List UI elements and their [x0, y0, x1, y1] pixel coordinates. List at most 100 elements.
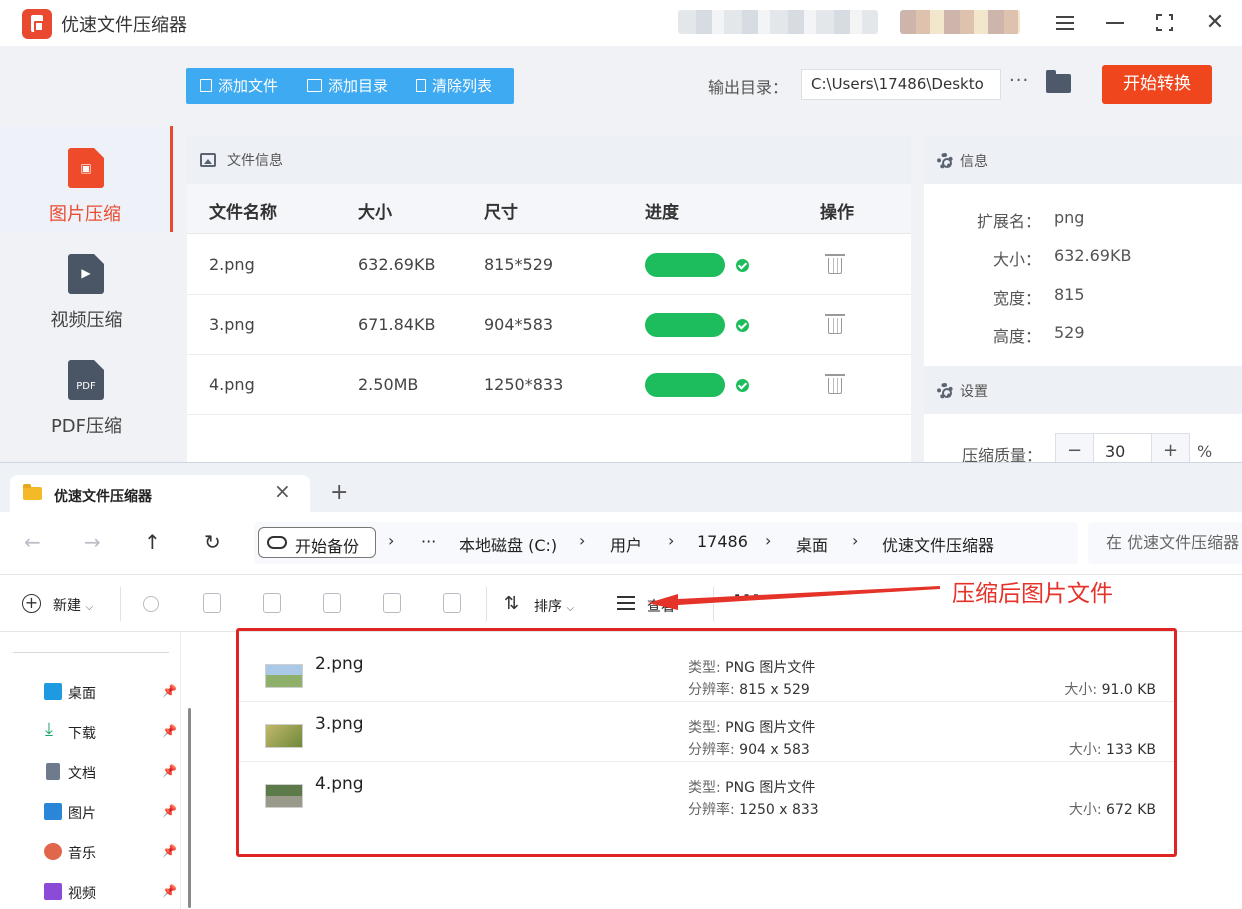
paste-icon[interactable]: [263, 593, 281, 613]
divider: [120, 587, 121, 621]
breadcrumb-item-local-disk[interactable]: 本地磁盘 (C:): [459, 532, 557, 556]
gear-icon: [937, 153, 953, 169]
list-item[interactable]: 4.png 类型: PNG 图片文件 分辨率: 1250 x 833 大小: 6…: [237, 762, 1176, 822]
list-item[interactable]: 3.png 类型: PNG 图片文件 分辨率: 904 x 583 大小: 13…: [237, 702, 1176, 762]
sidebar-item-image-compress[interactable]: ▣ 图片压缩: [0, 126, 173, 232]
up-arrow-icon[interactable]: ↑: [144, 530, 161, 554]
check-icon: [736, 379, 749, 392]
clear-list-button[interactable]: 清除列表: [416, 68, 492, 104]
add-file-button[interactable]: 添加文件: [200, 68, 278, 104]
quality-increase-button[interactable]: +: [1151, 434, 1189, 462]
file-dimensions: 904*583: [484, 315, 554, 334]
sidebar-item-video-compress[interactable]: ▶ 视频压缩: [0, 232, 173, 338]
breadcrumb-separator: ›: [765, 531, 772, 550]
quality-decrease-button[interactable]: −: [1056, 434, 1094, 462]
cloud-backup-icon: [267, 536, 287, 549]
image-thumbnail: [265, 784, 303, 808]
table-header: 文件名称 大小 尺寸 进度 操作: [187, 184, 911, 234]
tab-close-icon[interactable]: ×: [274, 479, 291, 503]
back-arrow-icon[interactable]: ←: [24, 530, 41, 554]
share-icon[interactable]: [383, 593, 401, 613]
pin-icon[interactable]: 📌: [162, 724, 177, 738]
video-file-icon: ▶: [68, 254, 104, 294]
output-dir-label: 输出目录：: [708, 78, 789, 97]
breadcrumb-item-user[interactable]: 17486: [697, 532, 748, 551]
pin-icon[interactable]: 📌: [162, 764, 177, 778]
minimize-icon[interactable]: [1100, 8, 1130, 38]
open-folder-icon[interactable]: [1046, 70, 1071, 93]
info-header: 信息: [924, 136, 1242, 184]
sidebar-item-label: 视频压缩: [50, 310, 123, 331]
file-size: 671.84KB: [358, 315, 436, 334]
desktop-icon: [44, 683, 62, 700]
close-icon[interactable]: ✕: [1200, 8, 1230, 38]
delete-icon[interactable]: [825, 373, 845, 395]
column-header-dimensions: 尺寸: [484, 203, 518, 223]
search-input[interactable]: 在 优速文件压缩器 中搜索: [1088, 522, 1242, 564]
address-bar: ← → ↑ ↻ 开始备份 › ··· 本地磁盘 (C:) › 用户 › 1748…: [0, 512, 1242, 574]
trash-icon: [416, 79, 426, 92]
delete-icon[interactable]: [443, 593, 461, 613]
settings-header: 设置: [924, 366, 1242, 414]
divider: [13, 652, 169, 653]
app-logo-icon: [22, 9, 52, 39]
folder-icon: [307, 79, 322, 92]
file-name: 2.png: [209, 255, 255, 274]
download-icon: ⤓: [45, 719, 53, 740]
copy-icon[interactable]: [203, 593, 221, 613]
check-icon: [736, 319, 749, 332]
pin-icon[interactable]: 📌: [162, 684, 177, 698]
pin-icon[interactable]: 📌: [162, 804, 177, 818]
explorer-tab[interactable]: 优速文件压缩器 ×: [10, 475, 310, 513]
breadcrumb-item-desktop[interactable]: 桌面: [796, 532, 828, 556]
info-key-extension: 扩展名：: [976, 212, 1041, 231]
progress-bar: [645, 313, 725, 337]
info-value-size: 632.69KB: [1054, 246, 1132, 265]
breadcrumb-item-users[interactable]: 用户: [610, 532, 642, 556]
pin-icon[interactable]: 📌: [162, 884, 177, 898]
divider: [486, 587, 487, 621]
list-item[interactable]: 2.png 类型: PNG 图片文件 分辨率: 815 x 529 大小: 91…: [237, 642, 1176, 702]
file-dimensions: 815*529: [484, 255, 554, 274]
breadcrumb-overflow[interactable]: ···: [421, 532, 436, 551]
file-size: 大小: 672 KB: [1068, 802, 1156, 818]
cut-icon[interactable]: [143, 596, 159, 612]
table-row[interactable]: 3.png 671.84KB 904*583: [187, 295, 911, 355]
gear-icon: [937, 383, 953, 399]
compressor-app-window: 优速文件压缩器 ✕ ▣ 图片压缩 ▶ 视频压缩 PDF PDF压缩 添加文件 添…: [0, 0, 1242, 462]
file-name: 3.png: [209, 315, 255, 334]
start-backup-button[interactable]: 开始备份: [258, 527, 376, 558]
file-info-panel: 文件信息 文件名称 大小 尺寸 进度 操作 2.png 632.69KB 815…: [187, 136, 911, 462]
sidebar-item-pdf-compress[interactable]: PDF PDF压缩: [0, 338, 173, 444]
output-dir-more-button[interactable]: ···: [1009, 70, 1029, 91]
nav-scrollbar[interactable]: [188, 708, 191, 908]
start-convert-button[interactable]: 开始转换: [1102, 65, 1212, 104]
delete-icon[interactable]: [825, 313, 845, 335]
document-icon: [46, 763, 60, 780]
breadcrumb-item-current-folder[interactable]: 优速文件压缩器: [882, 532, 994, 556]
folder-icon: [23, 484, 42, 500]
file-name: 4.png: [209, 375, 255, 394]
breadcrumb-separator: ›: [388, 531, 395, 550]
delete-icon[interactable]: [825, 253, 845, 275]
quality-input[interactable]: 30: [1095, 442, 1151, 461]
add-directory-button[interactable]: 添加目录: [307, 68, 388, 104]
image-thumbnail: [265, 724, 303, 748]
table-row[interactable]: 2.png 632.69KB 815*529: [187, 235, 911, 295]
table-row[interactable]: 4.png 2.50MB 1250*833: [187, 355, 911, 415]
forward-arrow-icon[interactable]: →: [84, 530, 101, 554]
rename-icon[interactable]: [323, 593, 341, 613]
maximize-icon[interactable]: [1150, 8, 1180, 38]
refresh-icon[interactable]: ↻: [204, 530, 221, 554]
settings-title: 设置: [960, 384, 988, 400]
new-tab-icon[interactable]: +: [330, 480, 348, 505]
menu-icon[interactable]: [1050, 8, 1080, 38]
check-icon: [736, 259, 749, 272]
image-file-icon: ▣: [68, 148, 104, 188]
breadcrumb-separator: ›: [668, 531, 675, 550]
output-dir-field[interactable]: C:\Users\17486\Deskto: [801, 69, 1001, 100]
file-action-toolbar: 添加文件 添加目录 清除列表: [186, 68, 514, 104]
breadcrumb-separator: ›: [852, 531, 859, 550]
pin-icon[interactable]: 📌: [162, 844, 177, 858]
quality-stepper: − 30 +: [1055, 433, 1190, 462]
